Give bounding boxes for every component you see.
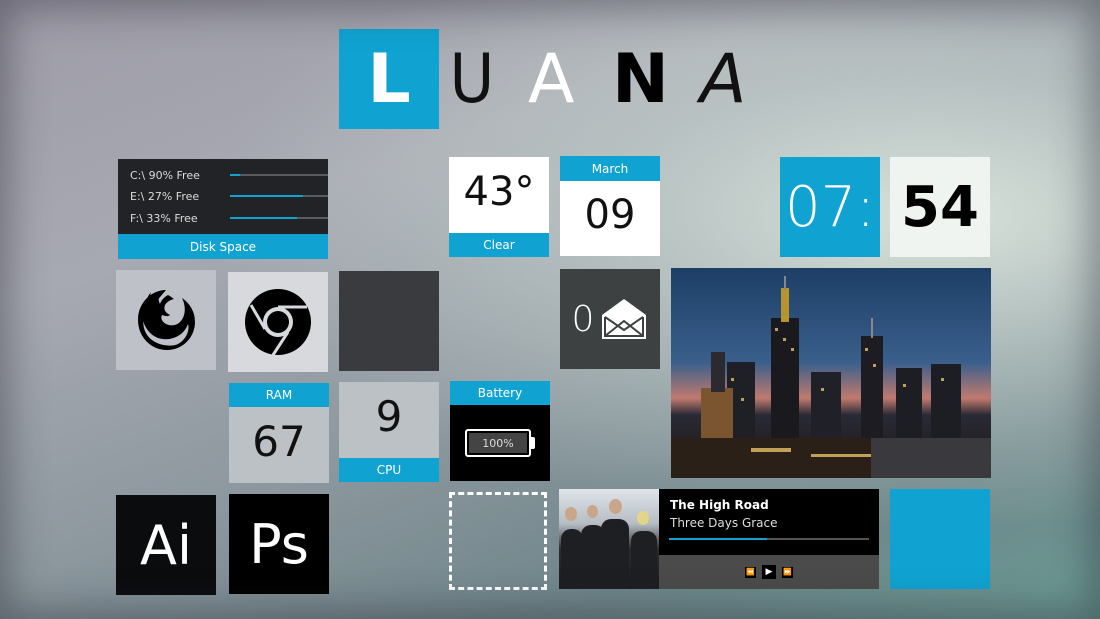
song-artist: Three Days Grace: [670, 516, 778, 530]
logo-letter-l: L: [339, 29, 439, 129]
disk-usage-fill: [230, 195, 303, 197]
illustrator-tile[interactable]: Ai: [116, 495, 216, 595]
disk-space-widget[interactable]: C:\ 90% Free E:\ 27% Free F:\ 33% Free D…: [118, 159, 328, 259]
previous-button[interactable]: ⏪: [745, 566, 756, 578]
ram-label: RAM: [229, 383, 329, 407]
clock-hours: 07:: [780, 157, 880, 257]
logo-letter-a: A: [528, 40, 575, 119]
disk-space-title: Disk Space: [118, 234, 328, 259]
logo-letter-a-italic: A: [700, 40, 747, 119]
song-progress-fill: [669, 538, 767, 540]
disk-row-e: E:\ 27% Free: [130, 188, 328, 204]
disk-usage-fill: [230, 174, 240, 176]
skyline-illustration: [671, 276, 991, 478]
ram-value: 67: [252, 417, 306, 466]
disk-label: C:\ 90% Free: [130, 168, 200, 182]
album-figure: [601, 519, 629, 589]
cpu-value: 9: [375, 392, 403, 441]
music-player[interactable]: The High Road Three Days Grace ⏪ ▶ ⏩: [559, 489, 879, 589]
album-face: [587, 505, 598, 518]
battery-tip: [531, 437, 535, 449]
disk-row-c: C:\ 90% Free: [130, 167, 328, 183]
empty-blue-tile[interactable]: [890, 489, 990, 589]
album-face: [609, 499, 622, 514]
next-button[interactable]: ⏩: [782, 566, 793, 578]
photoshop-tile[interactable]: Ps: [229, 494, 329, 594]
date-month: March: [560, 156, 660, 181]
empty-dark-tile[interactable]: [339, 271, 439, 371]
disk-usage-bar: [230, 217, 328, 219]
envelope-open-icon: [602, 299, 647, 339]
date-day: 09: [584, 192, 636, 238]
date-tile[interactable]: March 09: [560, 156, 660, 256]
weather-condition: Clear: [449, 233, 549, 257]
disk-usage-bar: [230, 195, 328, 197]
firefox-tile[interactable]: [116, 270, 216, 370]
album-figure: [561, 529, 583, 589]
disk-usage-fill: [230, 217, 297, 219]
empty-tile-placeholder[interactable]: [449, 492, 547, 590]
disk-label: E:\ 27% Free: [130, 189, 200, 203]
album-art: [559, 489, 659, 589]
disk-usage-bar: [230, 174, 328, 176]
album-face: [565, 507, 577, 521]
battery-icon: 100%: [465, 429, 531, 457]
disk-label: F:\ 33% Free: [130, 211, 198, 225]
song-title: The High Road: [670, 498, 769, 512]
album-figure: [631, 531, 657, 589]
city-skyline-photo[interactable]: [671, 268, 991, 478]
firefox-icon: [138, 290, 195, 350]
cpu-label: CPU: [339, 458, 439, 482]
album-face: [637, 511, 649, 525]
logo-letter-n: N: [612, 40, 669, 119]
weather-temperature: 43°: [463, 169, 535, 215]
song-progress-bar[interactable]: [669, 538, 869, 540]
disk-row-f: F:\ 33% Free: [130, 210, 328, 226]
weather-tile[interactable]: 43° Clear: [449, 157, 549, 257]
ram-tile[interactable]: RAM 67: [229, 383, 329, 483]
clock-minutes: 54: [890, 157, 990, 257]
mail-tile[interactable]: 0: [560, 269, 660, 369]
battery-percent: 100%: [469, 433, 527, 453]
logo-letter-u: U: [449, 40, 495, 119]
playback-controls: ⏪ ▶ ⏩: [659, 555, 879, 589]
play-button[interactable]: ▶: [762, 565, 776, 579]
battery-tile[interactable]: Battery 100%: [450, 381, 550, 481]
chrome-tile[interactable]: [228, 272, 328, 372]
chrome-icon: [245, 289, 311, 356]
cpu-tile[interactable]: 9 CPU: [339, 382, 439, 482]
mail-count: 0: [571, 298, 595, 340]
battery-label: Battery: [450, 381, 550, 405]
